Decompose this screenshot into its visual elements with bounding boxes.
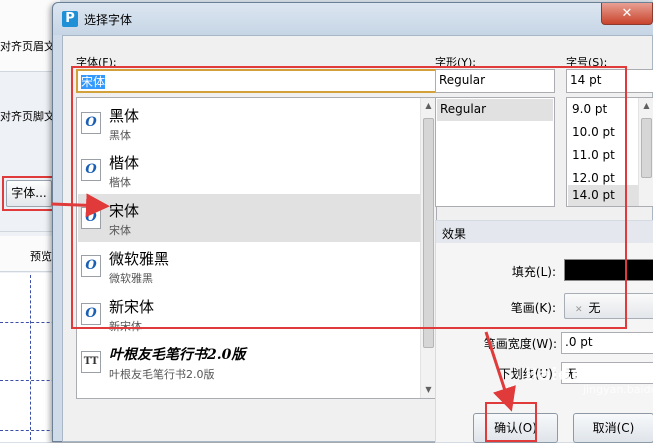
baidu-watermark-url: jingyan.baidu.com — [583, 383, 653, 396]
baidu-watermark: Baidu 经验 — [525, 365, 628, 385]
arrow-to-font-list — [51, 193, 110, 218]
arrow-to-ok — [484, 331, 516, 412]
